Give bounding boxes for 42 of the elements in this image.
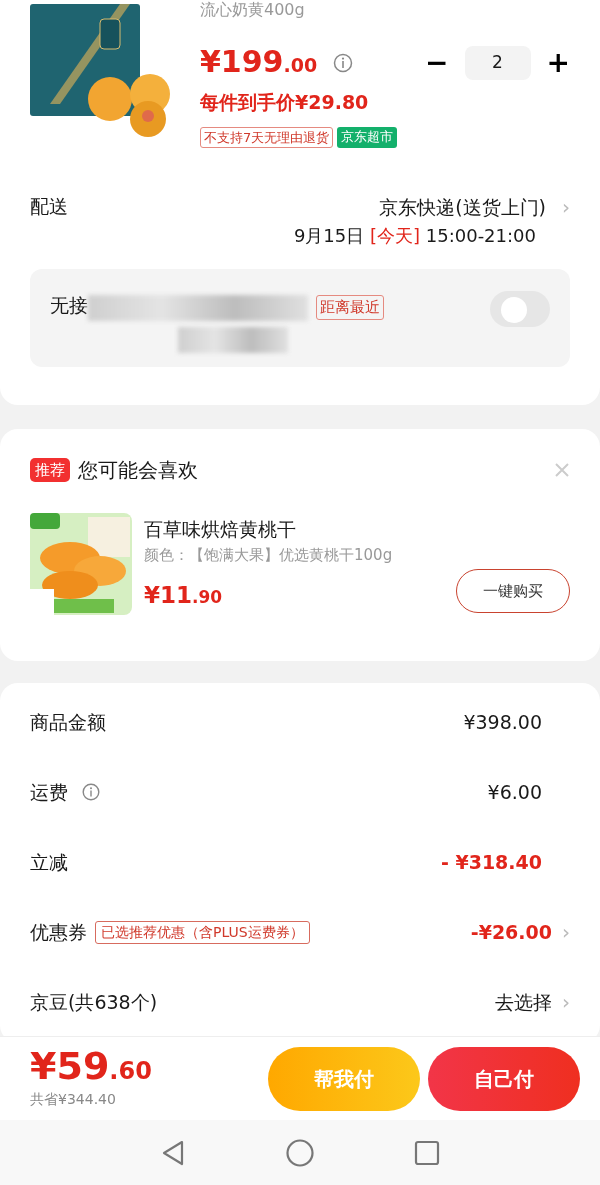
summary-value: - ¥318.40 — [440, 849, 542, 875]
total-price: ¥59.60 — [30, 1047, 152, 1089]
summary-label: 京豆(共638个) — [30, 989, 158, 1015]
toggle-switch[interactable] — [490, 291, 550, 327]
summary-label: 商品金额 — [30, 709, 106, 735]
summary-value[interactable]: -¥26.00 — [470, 917, 552, 947]
product-price: ¥11.90 — [144, 581, 223, 611]
saved-amount: 共省¥344.40 — [30, 1090, 117, 1109]
summary-value: ¥398.00 — [463, 709, 542, 735]
delivery-time: 9月15日 [今天] 15:00-21:00 — [293, 224, 536, 248]
summary-label: 优惠券 — [30, 919, 87, 945]
product-spec: 流心奶黄400g — [200, 2, 306, 18]
back-icon[interactable] — [160, 1139, 186, 1167]
product-name: 百草味烘焙黄桃干 — [144, 517, 297, 543]
delivery-method[interactable]: 京东快递(送货上门) — [379, 192, 546, 222]
summary-label: 立减 — [30, 849, 68, 875]
product-spec: 颜色：【饱满大果】优选黄桃干100g — [144, 544, 394, 566]
product-price: ¥199.00 — [200, 46, 318, 80]
pay-button[interactable]: 自己付 — [428, 1046, 580, 1111]
quantity-field[interactable]: 2 — [464, 46, 531, 80]
info-icon[interactable] — [82, 783, 100, 801]
chevron-icon: › — [562, 917, 570, 947]
section-title: 您可能会喜欢 — [78, 457, 198, 484]
contactless-label: 无接 — [50, 293, 88, 318]
minus-button[interactable]: − — [425, 49, 449, 77]
chevron-icon: › — [562, 192, 570, 222]
unit-price: 每件到手价¥29.80 — [200, 90, 370, 115]
delivery-label: 配送 — [30, 194, 68, 219]
summary-label: 运费 — [30, 779, 68, 805]
plus-button[interactable]: + — [546, 49, 570, 77]
distance-tag: 距离最近 — [316, 295, 384, 320]
buy-button[interactable]: 一键购买 — [456, 568, 570, 613]
coupon-tag: 已选推荐优惠（含PLUS运费券） — [95, 920, 310, 944]
home-icon[interactable] — [286, 1139, 314, 1167]
chevron-icon: › — [562, 987, 570, 1017]
summary-value: ¥6.00 — [487, 779, 542, 805]
recents-icon[interactable] — [414, 1140, 440, 1166]
info-icon[interactable] — [333, 53, 354, 73]
recommend-badge: 推荐 — [30, 457, 70, 483]
product-tag: 不支持7天无理由退货 — [200, 126, 334, 148]
product-tag: 京东超市 — [337, 126, 398, 148]
summary-value[interactable]: 去选择 — [495, 987, 552, 1017]
